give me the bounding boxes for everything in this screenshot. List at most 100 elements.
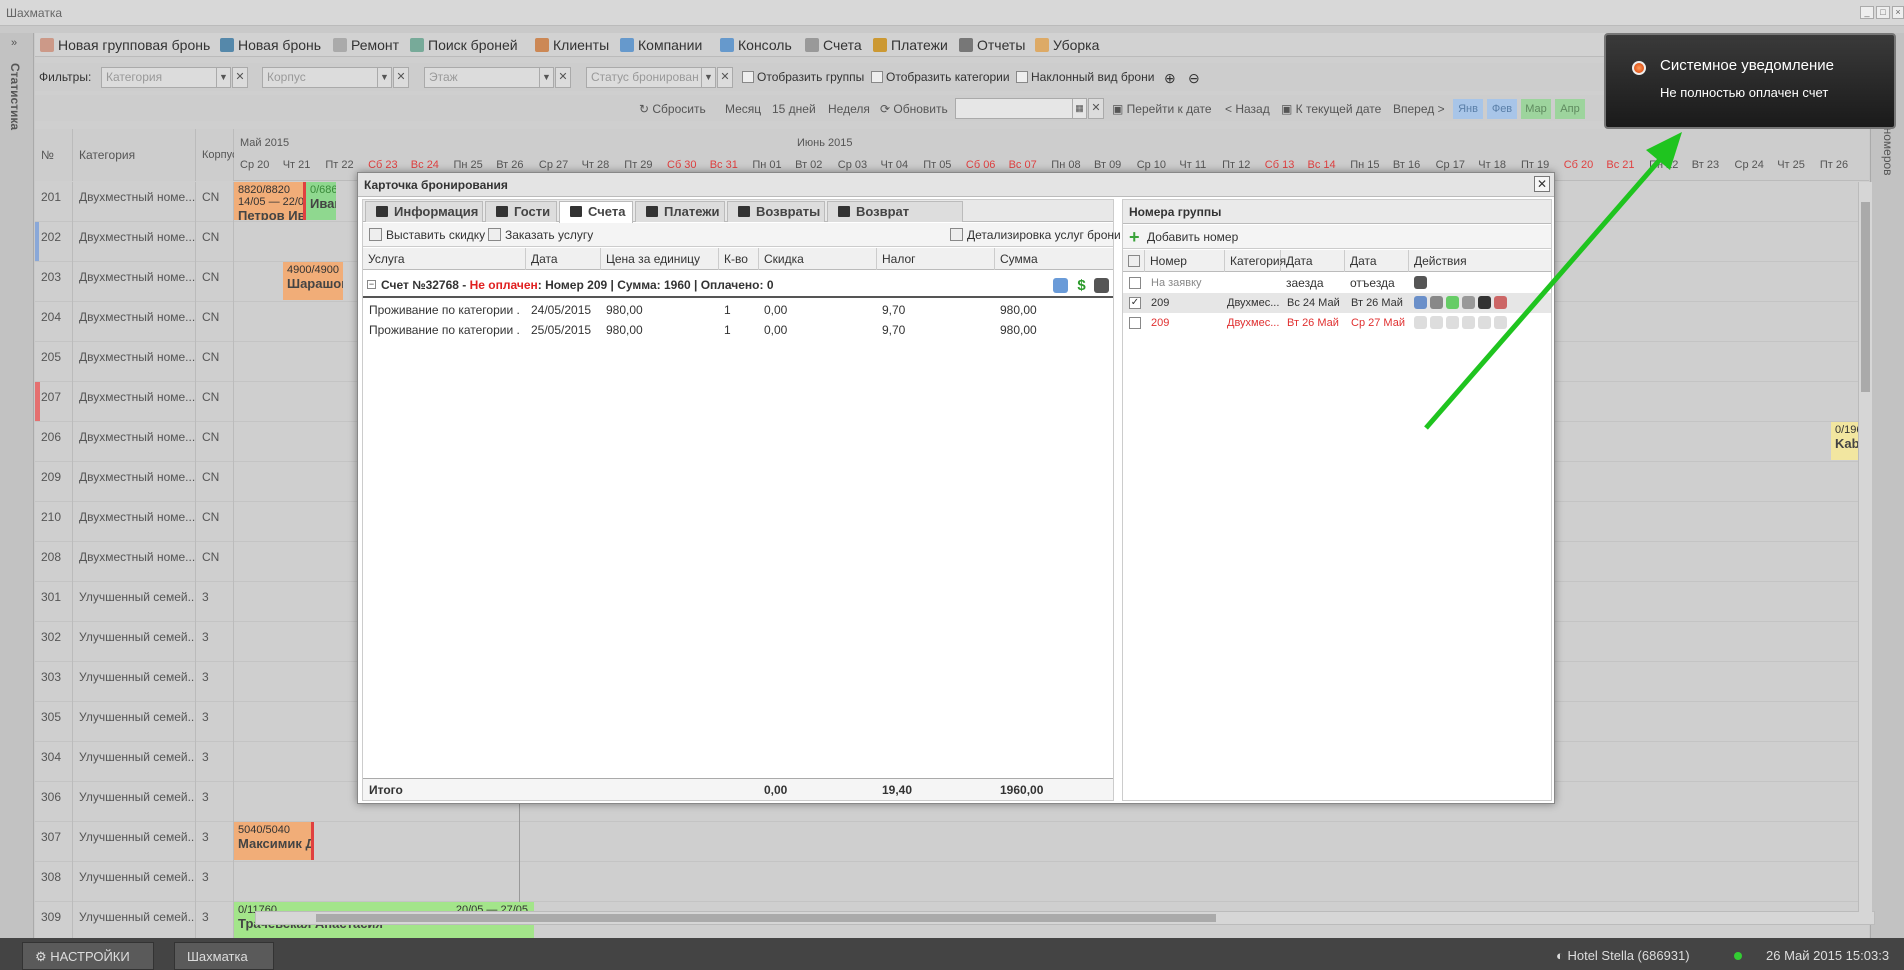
list-icon[interactable] xyxy=(1430,296,1443,309)
toolbar-dollar-button[interactable]: Платежи xyxy=(873,36,948,54)
tilted-view-checkbox[interactable]: Наклонный вид брони xyxy=(1016,70,1154,84)
show-categories-checkbox[interactable]: Отобразить категории xyxy=(871,70,1010,84)
tab-guests[interactable]: Гости xyxy=(485,201,557,222)
month-feb-button[interactable]: Фев xyxy=(1487,99,1517,119)
free-rooms-panel[interactable]: ...ных номеров xyxy=(1870,33,1904,938)
expand-icon[interactable]: » xyxy=(11,37,17,49)
add-room-button[interactable]: + Добавить номер xyxy=(1123,225,1551,249)
toolbar-group-booking-button[interactable]: Новая групповая бронь xyxy=(40,36,210,54)
toolbar-broom-button[interactable]: Уборка xyxy=(1035,36,1099,54)
door-icon[interactable] xyxy=(1478,316,1491,329)
details-button[interactable]: Детализировка услуг брони xyxy=(950,228,1121,242)
cancel-icon[interactable] xyxy=(1494,296,1507,309)
horizontal-scrollbar[interactable] xyxy=(255,911,1875,925)
category-filter[interactable]: Категория ▼ xyxy=(101,67,231,88)
tab-returns[interactable]: Возвраты xyxy=(727,201,825,222)
pending-checkbox[interactable] xyxy=(1129,277,1141,289)
month-mar-button[interactable]: Мар xyxy=(1521,99,1551,119)
lock-icon[interactable] xyxy=(1462,316,1475,329)
show-groups-checkbox[interactable]: Отобразить группы xyxy=(742,70,864,84)
clear-date-button[interactable]: ✕ xyxy=(1088,98,1104,119)
door-icon[interactable] xyxy=(1478,296,1491,309)
checkbox-icon[interactable] xyxy=(871,71,883,83)
clear-category-button[interactable]: ✕ xyxy=(232,67,248,88)
invoice-line[interactable]: Проживание по категории ... 24/05/2015 980… xyxy=(363,300,1113,320)
statistics-panel[interactable]: » Статистика xyxy=(0,33,34,938)
clear-status-button[interactable]: ✕ xyxy=(717,67,733,88)
scroll-thumb[interactable] xyxy=(1861,202,1870,392)
toolbar-key-button[interactable]: Новая бронь xyxy=(220,36,321,54)
lock-icon[interactable] xyxy=(1462,296,1475,309)
vertical-scrollbar[interactable] xyxy=(1858,182,1872,912)
printer-icon[interactable] xyxy=(1094,278,1109,293)
booking-201b[interactable]: 0/686 Иван xyxy=(306,182,336,220)
toolbar-clients-button[interactable]: Клиенты xyxy=(535,36,609,54)
tab-payments[interactable]: Платежи xyxy=(635,201,725,222)
floor-filter[interactable]: Этаж ▼ xyxy=(424,67,554,88)
month-button[interactable]: Месяц xyxy=(725,102,761,116)
tab-invoices[interactable]: Счета xyxy=(559,201,633,223)
clear-building-button[interactable]: ✕ xyxy=(393,67,409,88)
system-notification[interactable]: Системное уведомление Не полностью оплач… xyxy=(1604,33,1896,129)
days15-button[interactable]: 15 дней xyxy=(772,102,816,116)
toolbar-building-button[interactable]: Компании xyxy=(620,36,702,54)
printer-icon[interactable] xyxy=(1414,276,1427,289)
minimize-button[interactable]: _ xyxy=(1860,6,1874,19)
toolbar-search-button[interactable]: Поиск броней xyxy=(410,36,518,54)
tab-info[interactable]: Информация xyxy=(365,201,483,222)
maximize-button[interactable]: □ xyxy=(1876,6,1890,19)
check-icon[interactable] xyxy=(1446,296,1459,309)
order-service-button[interactable]: Заказать услугу xyxy=(488,228,593,242)
collapse-icon[interactable]: − xyxy=(367,280,376,289)
forward-button[interactable]: Вперед > xyxy=(1393,102,1445,116)
toolbar-console-button[interactable]: Консоль xyxy=(720,36,792,54)
discount-button[interactable]: Выставить скидку xyxy=(369,228,485,242)
month-jan-button[interactable]: Янв xyxy=(1453,99,1483,119)
booking-203[interactable]: 4900/4900 Шарашова xyxy=(283,262,343,300)
chevron-down-icon[interactable]: ▼ xyxy=(216,68,230,87)
settings-button[interactable]: ⚙ НАСТРОЙКИ xyxy=(22,942,154,970)
chevron-down-icon[interactable]: ▼ xyxy=(377,68,391,87)
row-checkbox[interactable]: ✓ xyxy=(1129,297,1141,309)
toolbar-wrench-button[interactable]: Ремонт xyxy=(333,36,399,54)
list-icon[interactable] xyxy=(1430,316,1443,329)
dollar-icon[interactable]: $ xyxy=(1074,278,1089,293)
chevron-down-icon[interactable]: ▼ xyxy=(539,68,553,87)
invoice-line[interactable]: Проживание по категории ... 25/05/2015 980… xyxy=(363,320,1113,340)
chevron-down-icon[interactable]: ▼ xyxy=(701,68,715,87)
guest-icon[interactable] xyxy=(1414,296,1427,309)
date-picker-input[interactable]: ▦ xyxy=(955,98,1087,119)
close-dialog-button[interactable]: ✕ xyxy=(1534,176,1550,192)
close-window-button[interactable]: × xyxy=(1892,6,1904,19)
status-filter[interactable]: Статус бронирован ▼ xyxy=(586,67,716,88)
pending-row[interactable]: На заявку xyxy=(1123,273,1551,293)
cancel-icon[interactable] xyxy=(1494,316,1507,329)
tab-refund[interactable]: Возврат средств xyxy=(827,201,963,239)
refresh-button[interactable]: ⟳ Обновить xyxy=(880,102,948,116)
checkbox-icon[interactable] xyxy=(1128,255,1140,267)
reset-button[interactable]: ↻ Сбросить xyxy=(639,102,706,116)
room-row[interactable]: 308 Улучшенный семей... 3 xyxy=(35,862,1869,902)
group-room-row[interactable]: ✓ 209 Двухмес... Вс 24 Май Вт 26 Май xyxy=(1123,293,1551,313)
invoice-group-row[interactable]: − Счет №32768 - Не оплачен: Номер 209 | … xyxy=(363,272,1113,298)
checkbox-icon[interactable] xyxy=(742,71,754,83)
building-filter[interactable]: Корпус ▼ xyxy=(262,67,392,88)
globe-icon[interactable] xyxy=(1053,278,1068,293)
goto-date-button[interactable]: ▣ Перейти к дате xyxy=(1112,102,1212,116)
checkbox-icon[interactable] xyxy=(1016,71,1028,83)
select-all-checkbox[interactable] xyxy=(1123,250,1145,272)
week-button[interactable]: Неделя xyxy=(828,102,870,116)
booking-201[interactable]: 8820/8820 14/05 — 22/05 Петров Ива xyxy=(234,182,306,220)
row-checkbox[interactable] xyxy=(1129,317,1141,329)
group-room-row[interactable]: 209 Двухмес... Вт 26 Май Ср 27 Май xyxy=(1123,313,1551,333)
toolbar-invoice-button[interactable]: Счета xyxy=(805,36,862,54)
today-button[interactable]: ▣ К текущей дате xyxy=(1281,102,1381,116)
clear-floor-button[interactable]: ✕ xyxy=(555,67,571,88)
booking-306[interactable]: 5040/5040 Максимик Д xyxy=(234,822,314,860)
zoom-in-icon[interactable]: ⊕ xyxy=(1164,70,1176,87)
toolbar-printer-button[interactable]: Отчеты xyxy=(959,36,1025,54)
calendar-icon[interactable]: ▦ xyxy=(1072,99,1086,118)
month-apr-button[interactable]: Апр xyxy=(1555,99,1585,119)
back-button[interactable]: < Назад xyxy=(1225,102,1270,116)
scroll-thumb[interactable] xyxy=(316,914,1216,922)
